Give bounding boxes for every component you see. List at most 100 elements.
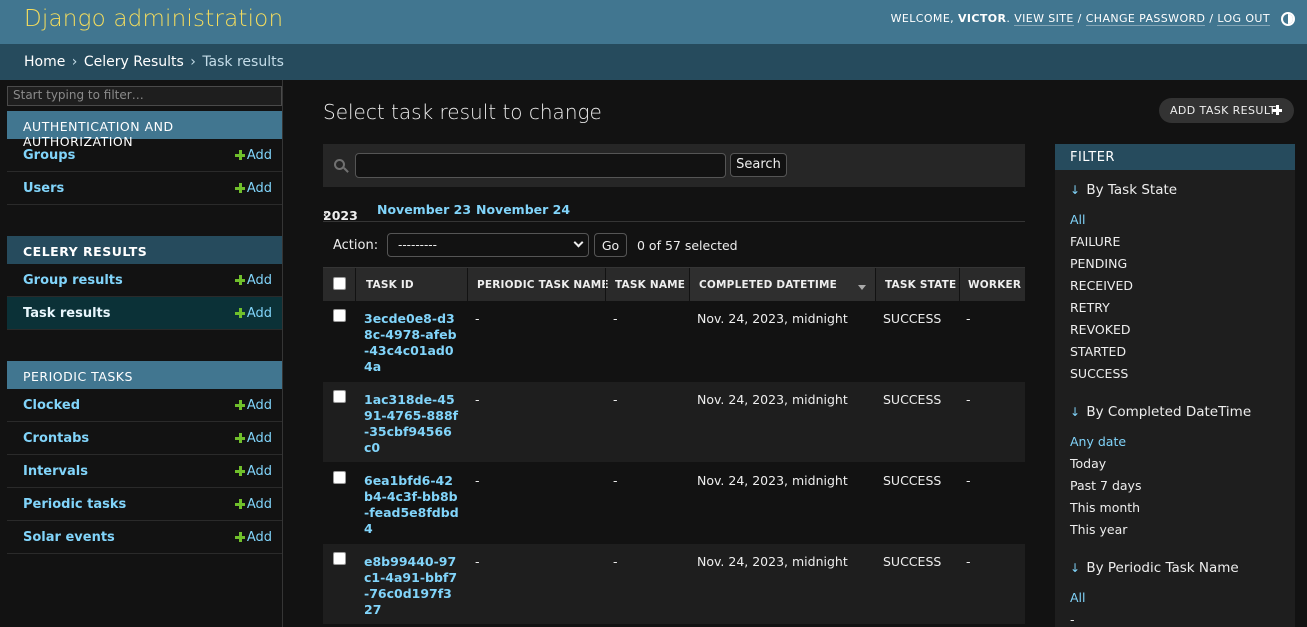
row-checkbox[interactable]: [333, 471, 346, 484]
sidebar-item-group-results[interactable]: Group results Add: [7, 264, 282, 297]
date-link-november-24[interactable]: November 24: [476, 202, 570, 217]
model-link[interactable]: Crontabs: [23, 431, 89, 446]
filter-option[interactable]: This year: [1070, 522, 1127, 537]
site-name[interactable]: Django administration: [24, 6, 283, 32]
model-link[interactable]: Solar events: [23, 530, 115, 545]
model-link[interactable]: Groups: [23, 148, 75, 163]
select-all-checkbox[interactable]: [333, 277, 346, 290]
task-id-link[interactable]: 1ac318de-4591-4765-888f-35cbf94566c0: [364, 392, 459, 456]
filter-option[interactable]: All: [1070, 212, 1086, 227]
nav-filter-input[interactable]: Start typing to filter…: [7, 86, 282, 106]
add-link[interactable]: Add: [247, 530, 272, 545]
header: Django administration WELCOME, VICTOR. V…: [0, 0, 1307, 44]
column-header-periodic-task-name[interactable]: PERIODIC TASK NAME: [477, 279, 609, 291]
breadcrumb-home[interactable]: Home: [24, 54, 65, 70]
add-link[interactable]: Add: [247, 148, 272, 163]
filter-option[interactable]: STARTED: [1070, 344, 1126, 359]
sidebar-item-groups[interactable]: Groups Add: [7, 139, 282, 172]
completed-datetime-cell: Nov. 24, 2023, midnight: [697, 473, 848, 488]
model-link[interactable]: Clocked: [23, 398, 80, 413]
model-link[interactable]: Periodic tasks: [23, 497, 126, 512]
sidebar-item-task-results[interactable]: Task results Add: [7, 297, 282, 330]
filter-option[interactable]: This month: [1070, 500, 1140, 515]
filter-option[interactable]: REVOKED: [1070, 322, 1130, 337]
change-password-link[interactable]: CHANGE PASSWORD: [1085, 12, 1206, 26]
date-link-november-23[interactable]: November 23: [377, 202, 471, 217]
add-task-result-button[interactable]: ADD TASK RESULT: [1159, 98, 1294, 123]
filter-option[interactable]: SUCCESS: [1070, 366, 1128, 381]
search-toolbar: Search: [323, 144, 1025, 187]
column-divider: [959, 268, 960, 302]
task-state-cell: SUCCESS: [883, 311, 942, 326]
task-id-link[interactable]: 6ea1bfd6-42b4-4c3f-bb8b-fead5e8fdbd4: [364, 473, 459, 537]
sidebar-item-intervals[interactable]: Intervals Add: [7, 455, 282, 488]
sidebar-item-solar-events[interactable]: Solar events Add: [7, 521, 282, 554]
model-link[interactable]: Task results: [23, 306, 111, 321]
arrow-down-icon: ↓: [1070, 183, 1081, 197]
breadcrumb-app[interactable]: Celery Results: [84, 54, 184, 70]
model-link[interactable]: Intervals: [23, 464, 88, 479]
column-header-completed-datetime[interactable]: COMPLETED DATETIME: [699, 279, 837, 291]
column-header-task-state[interactable]: TASK STATE: [885, 279, 956, 291]
welcome-text: WELCOME,: [890, 12, 955, 25]
filter-option[interactable]: Past 7 days: [1070, 478, 1141, 493]
module-auth: AUTHENTICATION AND AUTHORIZATION Groups …: [7, 111, 282, 205]
go-button[interactable]: Go: [594, 233, 627, 257]
module-caption[interactable]: CELERY RESULTS: [7, 236, 282, 264]
search-button[interactable]: Search: [730, 153, 787, 177]
periodic-task-name-cell: -: [475, 554, 480, 569]
filter-heading-completed-datetime[interactable]: ↓ By Completed DateTime: [1070, 404, 1251, 420]
module-caption[interactable]: AUTHENTICATION AND AUTHORIZATION: [7, 111, 282, 149]
add-link[interactable]: Add: [247, 181, 272, 196]
sidebar-item-clocked[interactable]: Clocked Add: [7, 389, 282, 422]
filter-option[interactable]: All: [1070, 590, 1086, 605]
filter-heading-periodic-task-name[interactable]: ↓ By Periodic Task Name: [1070, 560, 1239, 576]
row-checkbox[interactable]: [333, 309, 346, 322]
breadcrumb-separator: ›: [71, 54, 78, 70]
row-checkbox[interactable]: [333, 390, 346, 403]
action-select[interactable]: ---------: [387, 233, 589, 257]
filter-option[interactable]: -: [1070, 612, 1075, 627]
search-input[interactable]: [355, 153, 726, 178]
add-link[interactable]: Add: [247, 464, 272, 479]
sidebar-item-crontabs[interactable]: Crontabs Add: [7, 422, 282, 455]
add-link[interactable]: Add: [247, 497, 272, 512]
view-site-link[interactable]: VIEW SITE: [1014, 12, 1074, 26]
filter-option[interactable]: RECEIVED: [1070, 278, 1133, 293]
add-link[interactable]: Add: [247, 398, 272, 413]
periodic-task-name-cell: -: [475, 392, 480, 407]
add-link[interactable]: Add: [247, 431, 272, 446]
filter-option[interactable]: Any date: [1070, 434, 1126, 449]
filter-option[interactable]: FAILURE: [1070, 234, 1120, 249]
log-out-link[interactable]: LOG OUT: [1217, 12, 1270, 26]
column-header-task-id[interactable]: TASK ID: [366, 279, 414, 291]
module-caption[interactable]: PERIODIC TASKS: [7, 361, 282, 389]
column-header-task-name[interactable]: TASK NAME: [615, 279, 685, 291]
filter-heading-label: By Completed DateTime: [1086, 404, 1252, 420]
table-row: 1ac318de-4591-4765-888f-35cbf94566c0 - -…: [323, 382, 1025, 463]
filter-option[interactable]: Today: [1070, 456, 1106, 471]
filter-option[interactable]: RETRY: [1070, 300, 1110, 315]
filter-title: FILTER: [1055, 144, 1295, 170]
row-checkbox[interactable]: [333, 552, 346, 565]
sidebar-item-periodic-tasks[interactable]: Periodic tasks Add: [7, 488, 282, 521]
task-id-link[interactable]: e8b99440-97c1-4a91-bbf7-76c0d197f327: [364, 554, 459, 618]
filter-heading-task-state[interactable]: ↓ By Task State: [1070, 182, 1177, 198]
add-link[interactable]: Add: [247, 306, 272, 321]
add-link[interactable]: Add: [247, 273, 272, 288]
model-link[interactable]: Group results: [23, 273, 123, 288]
nav-sidebar: Start typing to filter… AUTHENTICATION A…: [0, 80, 283, 627]
model-link[interactable]: Users: [23, 181, 64, 196]
task-state-cell: SUCCESS: [883, 392, 942, 407]
sidebar-item-users[interactable]: Users Add: [7, 172, 282, 205]
breadcrumb-current: Task results: [202, 54, 284, 70]
theme-toggle-icon[interactable]: [1281, 12, 1295, 26]
task-name-cell: -: [613, 554, 618, 569]
filter-option[interactable]: PENDING: [1070, 256, 1127, 271]
column-header-worker[interactable]: WORKER: [968, 279, 1021, 291]
add-plus-icon: [235, 183, 245, 193]
action-select-value: ---------: [398, 238, 437, 252]
sort-descending-icon[interactable]: [858, 285, 866, 290]
table-row: 6ea1bfd6-42b4-4c3f-bb8b-fead5e8fdbd4 - -…: [323, 463, 1025, 544]
task-id-link[interactable]: 3ecde0e8-d38c-4978-afeb-43c4c01ad04a: [364, 311, 459, 375]
